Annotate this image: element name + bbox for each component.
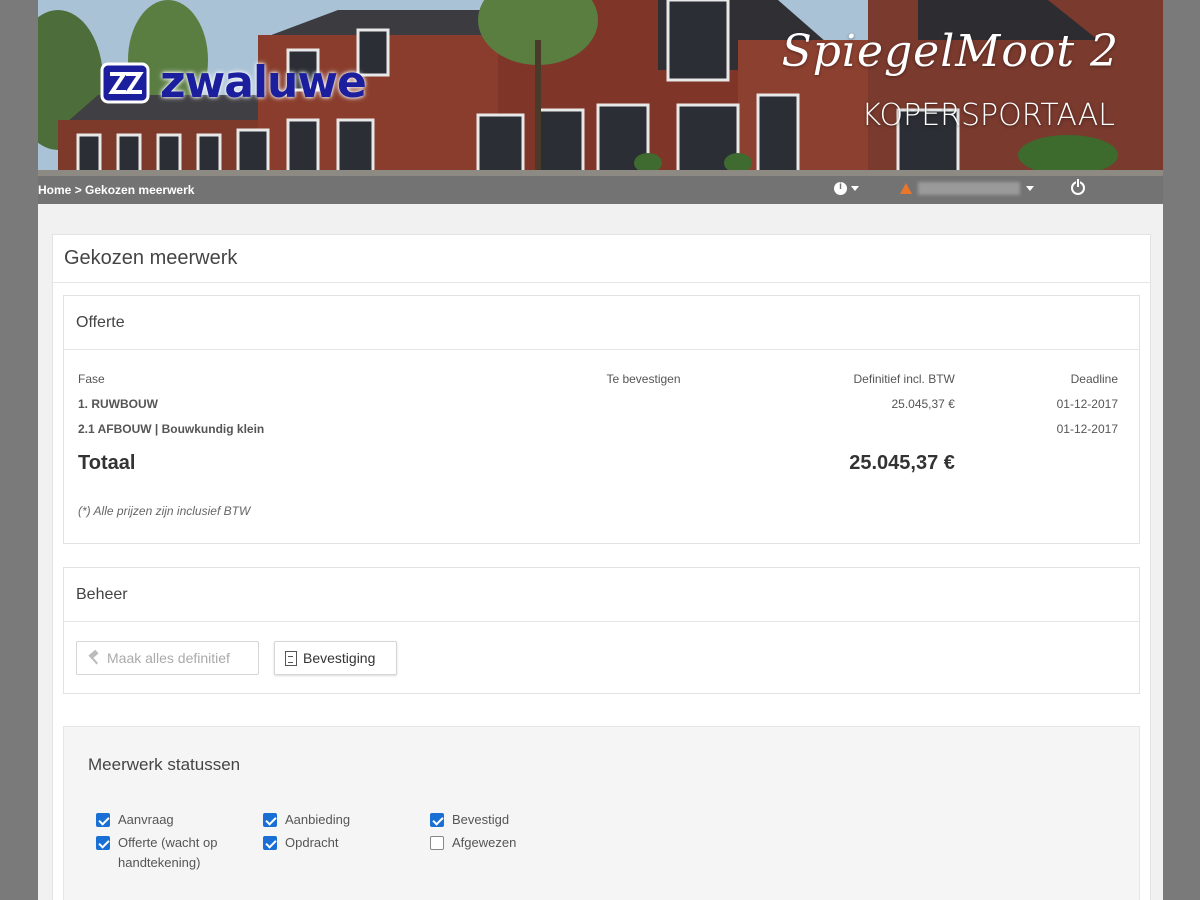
make-all-definitive-button[interactable]: Maak alles definitief [76,641,259,675]
info-icon [834,181,847,195]
status-checkbox-bevestigd[interactable]: Bevestigd [430,810,580,830]
project-title: SpiegelMoot 2 [781,26,1119,77]
meerwerk-status-panel: Meerwerk statussen Aanvraag Offerte (wac… [63,726,1140,900]
status-checkbox-afgewezen[interactable]: Afgewezen [430,833,580,853]
page: zwaluwe SpiegelMoot 2 KOPERSPORTAAL Home… [38,0,1163,900]
status-checkbox-opdracht[interactable]: Opdracht [263,833,413,853]
row-te-bevestigen [606,416,765,441]
row-te-bevestigen [606,391,765,416]
document-icon [285,650,297,666]
main-panel: Gekozen meerwerk Offerte Fase Te bevesti… [52,234,1151,900]
top-navbar: Home > Gekozen meerwerk [38,176,1163,204]
row-deadline: 01-12-2017 [1056,396,1118,411]
warning-icon [900,183,912,194]
total-value: 25.045,37 € [849,451,955,474]
portal-title: KOPERSPORTAAL [861,98,1115,133]
user-name [918,182,1020,195]
confirmation-label: Bevestiging [303,650,376,666]
info-menu[interactable] [834,181,859,195]
beheer-title: Beheer [64,568,1139,622]
user-menu[interactable] [900,182,1034,195]
price-note: (*) Alle prijzen zijn inclusief BTW [78,504,251,518]
total-label: Totaal [78,451,136,474]
row-definitief [766,416,955,441]
confirmation-button[interactable]: Bevestiging [274,641,397,675]
column-header-te-bevestigen: Te bevestigen [606,371,681,386]
offerte-title: Offerte [64,296,1139,350]
status-label: Afgewezen [452,835,517,850]
total-row: Totaal 25.045,37 € [78,441,1118,485]
checkbox[interactable] [430,836,444,850]
breadcrumb-separator: > [74,183,82,197]
make-all-definitive-label: Maak alles definitief [107,650,230,666]
header-banner: zwaluwe SpiegelMoot 2 KOPERSPORTAAL [38,0,1163,176]
row-fase: 2.1 AFBOUW | Bouwkundig klein [78,421,265,436]
status-checkbox-offerte[interactable]: Offerte (wacht op handtekening) [96,833,236,873]
breadcrumb-home[interactable]: Home [38,183,71,197]
table-header-row: Fase Te bevestigen Definitief incl. BTW … [78,366,1118,391]
breadcrumb-current: Gekozen meerwerk [85,183,195,197]
chevron-down-icon [1026,186,1034,191]
checkbox[interactable] [263,813,277,827]
status-panel-title: Meerwerk statussen [88,755,241,774]
status-label: Bevestigd [452,812,510,827]
brand-name: zwaluwe [160,57,367,108]
beheer-card: Beheer Maak alles definitief Bevestiging [63,567,1140,694]
chevron-down-icon [851,186,859,191]
status-label: Opdracht [285,835,339,850]
column-header-definitief: Definitief incl. BTW [853,371,955,386]
column-header-fase: Fase [78,371,105,386]
power-icon[interactable] [1071,179,1085,195]
status-label: Aanvraag [118,812,174,827]
row-definitief: 25.045,37 € [891,396,955,411]
brand-logo-mark-icon [100,62,150,104]
offerte-card: Offerte Fase Te bevestigen Definitief in… [63,295,1140,544]
table-row: 2.1 AFBOUW | Bouwkundig klein 01-12-2017 [78,416,1118,441]
checkbox[interactable] [96,813,110,827]
status-checkbox-aanvraag[interactable]: Aanvraag [96,810,236,830]
status-label: Aanbieding [285,812,351,827]
row-fase: 1. RUWBOUW [78,396,158,411]
checkbox[interactable] [430,813,444,827]
hammer-icon [87,651,101,665]
breadcrumb: Home > Gekozen meerwerk [38,183,194,197]
brand-logo: zwaluwe [96,57,367,108]
table-row: 1. RUWBOUW 25.045,37 € 01-12-2017 [78,391,1118,416]
checkbox[interactable] [263,836,277,850]
row-deadline: 01-12-2017 [1056,421,1118,436]
status-label: Offerte (wacht op handtekening) [118,835,218,870]
column-header-deadline: Deadline [1070,371,1118,386]
status-checkbox-aanbieding[interactable]: Aanbieding [263,810,413,830]
checkbox[interactable] [96,836,110,850]
page-title: Gekozen meerwerk [53,235,1150,283]
offerte-table: Fase Te bevestigen Definitief incl. BTW … [78,366,1118,485]
